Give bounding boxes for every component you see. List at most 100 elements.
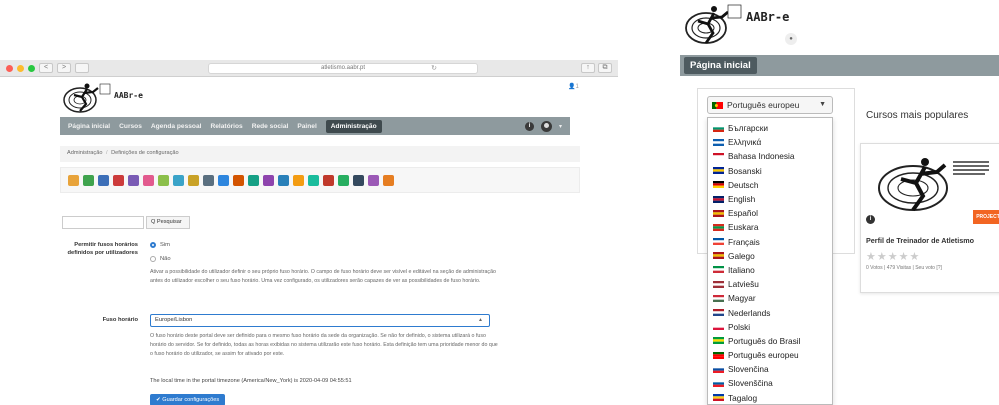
language-select[interactable]: Português europeu ▼: [707, 96, 833, 114]
language-option[interactable]: Slovenčina: [708, 362, 832, 376]
radio-no[interactable]: [150, 256, 156, 262]
language-option[interactable]: Magyar: [708, 291, 832, 305]
nav-administration[interactable]: Administração: [325, 119, 382, 133]
language-option-label: Tagalog: [728, 392, 758, 403]
language-option[interactable]: Español: [708, 206, 832, 220]
radio-no-label: Não: [160, 256, 171, 262]
language-option[interactable]: Português europeu: [708, 348, 832, 362]
search-button[interactable]: Q Pesquisar: [146, 216, 190, 229]
timezone-select[interactable]: Europe/Lisbon ▲: [150, 314, 490, 327]
language-option[interactable]: Euskara: [708, 220, 832, 234]
zoom-window-button[interactable]: [28, 64, 35, 72]
flag-icon: [713, 181, 724, 189]
rating-stars[interactable]: ★★★★★: [866, 250, 920, 263]
language-option[interactable]: Deutsch: [708, 178, 832, 192]
course-logo-image: [878, 158, 991, 212]
language-option[interactable]: Bosanski: [708, 164, 832, 178]
admin-tool-icon[interactable]: [323, 174, 334, 186]
close-window-button[interactable]: [6, 64, 13, 72]
language-option[interactable]: Bahasa Indonesia: [708, 149, 832, 163]
language-option[interactable]: Polski: [708, 320, 832, 334]
nav-home[interactable]: Página inicial: [684, 57, 757, 74]
collapse-icon[interactable]: ●: [785, 33, 797, 45]
site-brand[interactable]: AABr-e: [746, 10, 789, 24]
admin-tool-icon[interactable]: [338, 174, 349, 186]
admin-tool-icon[interactable]: [113, 174, 124, 186]
language-option-label: Ελληνικά: [728, 137, 762, 148]
language-option[interactable]: Latviešu: [708, 277, 832, 291]
admin-tool-icon[interactable]: [218, 174, 229, 186]
search-input[interactable]: [62, 216, 144, 229]
info-icon[interactable]: i: [524, 121, 534, 131]
nav-courses[interactable]: Cursos: [119, 123, 142, 130]
nav-social[interactable]: Rede social: [252, 123, 289, 130]
admin-tool-icon[interactable]: [158, 174, 169, 186]
notifications-badge[interactable]: 👤1: [568, 83, 579, 90]
forward-button[interactable]: >: [57, 63, 71, 73]
admin-tool-icon[interactable]: [248, 174, 259, 186]
admin-tool-icon[interactable]: [173, 174, 184, 186]
admin-tool-icon[interactable]: [263, 174, 274, 186]
admin-tool-icon[interactable]: [83, 174, 94, 186]
language-option-label: Italiano: [728, 264, 755, 275]
nav-home[interactable]: Página inicial: [68, 123, 110, 130]
sidebar-toggle-icon[interactable]: [75, 63, 89, 73]
radio-yes[interactable]: [150, 242, 156, 248]
admin-tool-icon[interactable]: [98, 174, 109, 186]
admin-tool-icon[interactable]: [308, 174, 319, 186]
admin-tool-icon[interactable]: [293, 174, 304, 186]
course-card[interactable]: PROJECT i Perfil de Treinador de Atletis…: [860, 143, 999, 293]
address-bar[interactable]: atletismo.aabr.pt ↻: [208, 62, 478, 74]
admin-tool-icon[interactable]: [203, 174, 214, 186]
admin-tool-icon[interactable]: [188, 174, 199, 186]
language-option[interactable]: Български: [708, 121, 832, 135]
minimize-window-button[interactable]: [17, 64, 24, 72]
nav-agenda[interactable]: Agenda pessoal: [151, 123, 202, 130]
language-option[interactable]: Ελληνικά: [708, 135, 832, 149]
nav-reports[interactable]: Relatórios: [210, 123, 242, 130]
reload-icon[interactable]: ↻: [431, 64, 437, 73]
admin-tool-icon[interactable]: [68, 174, 79, 186]
language-option[interactable]: Nederlands: [708, 305, 832, 319]
admin-tool-icon[interactable]: [278, 174, 289, 186]
admin-tool-icon[interactable]: [368, 174, 379, 186]
user-avatar-icon[interactable]: [540, 120, 552, 132]
save-settings-button[interactable]: ✔ Guardar configurações: [150, 394, 226, 405]
language-dropdown-list: Български Ελληνικά Bahasa Indonesia Bosansk…: [707, 117, 833, 405]
language-option[interactable]: Português do Brasil: [708, 334, 832, 348]
admin-tool-icon[interactable]: [143, 174, 154, 186]
share-icon[interactable]: ↑: [581, 63, 595, 73]
admin-tool-icon[interactable]: [353, 174, 364, 186]
admin-tool-icon[interactable]: [233, 174, 244, 186]
flag-icon: [713, 238, 724, 246]
language-option[interactable]: Italiano: [708, 263, 832, 277]
language-option[interactable]: Français: [708, 235, 832, 249]
language-option[interactable]: Slovenščina: [708, 376, 832, 390]
flag-icon: [713, 337, 724, 345]
project-tag: PROJECT: [973, 210, 999, 224]
nav-dashboard[interactable]: Painel: [297, 123, 316, 130]
language-option[interactable]: Tagalog: [708, 391, 832, 405]
admin-tool-icon[interactable]: [383, 174, 394, 186]
screenshot-root: < > atletismo.aabr.pt ↻ ↑ ⧉ AABr-e �: [0, 0, 999, 405]
language-option[interactable]: English: [708, 192, 832, 206]
admin-tool-icon[interactable]: [128, 174, 139, 186]
tabs-overview-icon[interactable]: ⧉: [598, 63, 612, 73]
flag-icon: [713, 323, 724, 331]
flag-icon: [713, 294, 724, 302]
flag-icon: [713, 365, 724, 373]
flag-icon: [713, 138, 724, 146]
back-button[interactable]: <: [39, 63, 53, 73]
popular-courses-title: Cursos mais populares: [866, 110, 969, 121]
info-icon[interactable]: i: [866, 215, 875, 224]
site-brand[interactable]: AABr-e: [114, 91, 143, 100]
language-option[interactable]: Galego: [708, 249, 832, 263]
language-option-label: Nederlands: [728, 307, 771, 318]
language-selected: Português europeu: [727, 100, 800, 110]
language-option-label: Euskara: [728, 222, 759, 233]
chevron-down-icon[interactable]: ▾: [559, 123, 562, 130]
flag-icon: [713, 266, 724, 274]
chevron-down-icon: ▼: [819, 101, 826, 108]
breadcrumb-administration[interactable]: Administração: [67, 150, 102, 156]
course-title[interactable]: Perfil de Treinador de Atletismo: [866, 236, 974, 245]
